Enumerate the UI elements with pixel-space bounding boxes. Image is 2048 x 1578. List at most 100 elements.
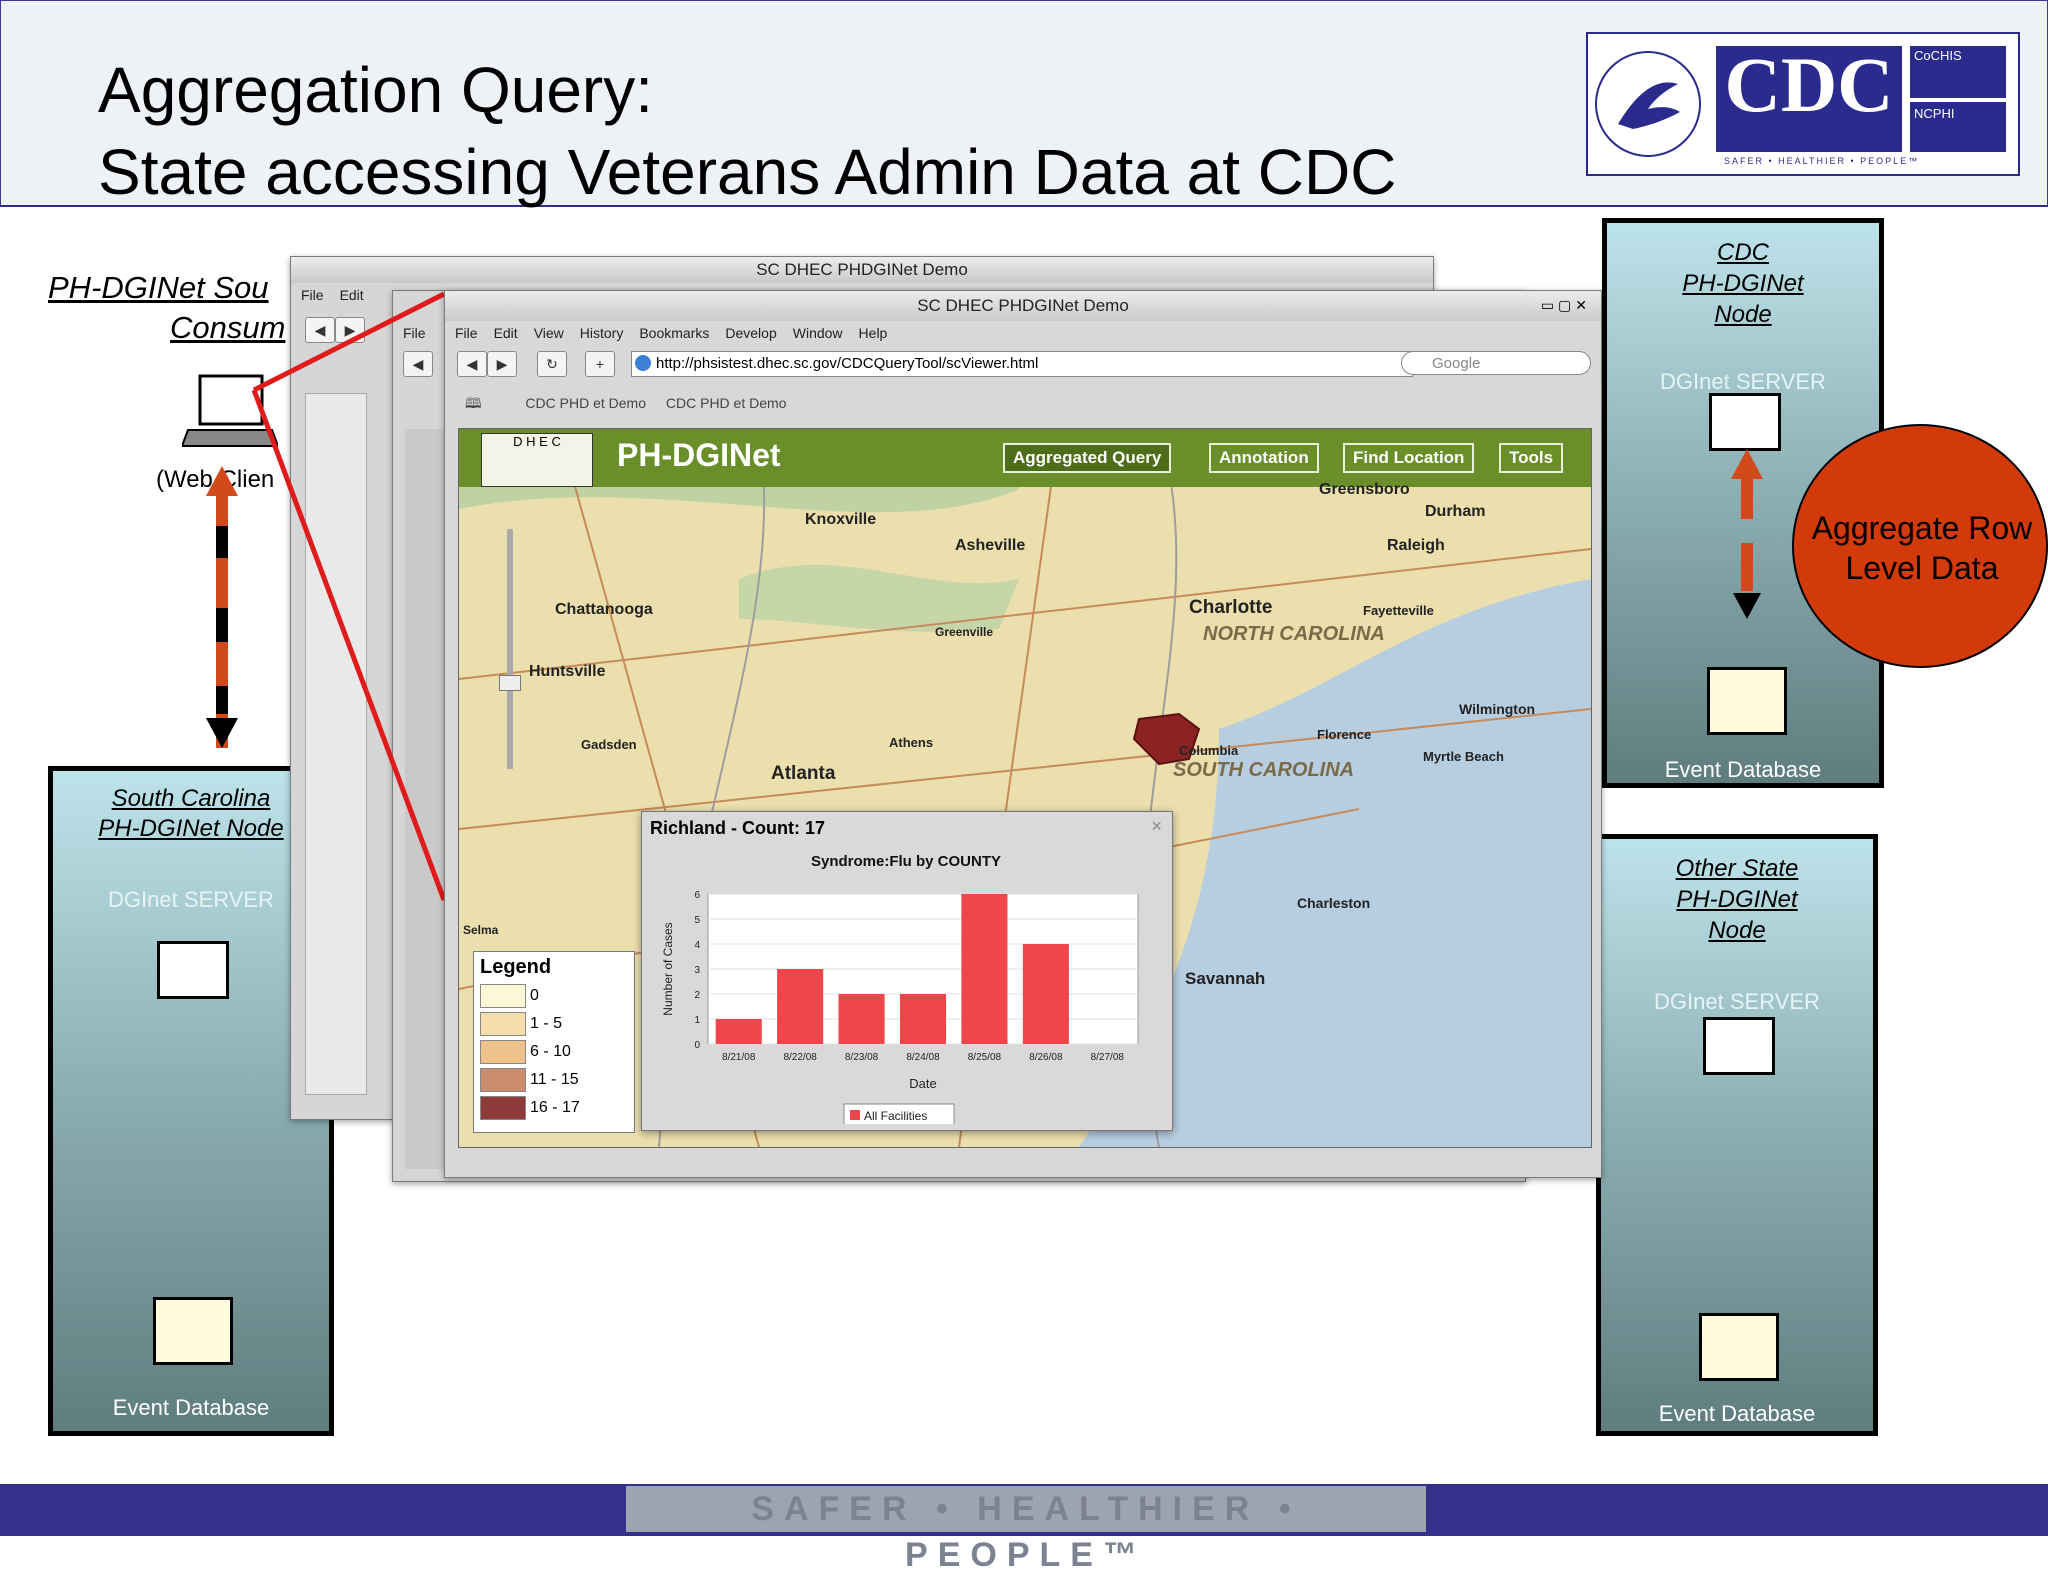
legend-item: 0 [480, 984, 539, 1008]
back-button[interactable]: ◀ [457, 351, 487, 377]
cdc-logo-text: CDC [1724, 41, 1894, 128]
app-name: PH-DGINet [617, 437, 781, 473]
menu-help[interactable]: Help [859, 325, 888, 341]
menu-bookmarks[interactable]: Bookmarks [639, 325, 709, 341]
legend-item: 11 - 15 [480, 1068, 579, 1092]
bookmark-item[interactable]: CDC PHD et Demo [525, 395, 646, 411]
map-label: Florence [1317, 727, 1372, 742]
y-tick-label: 0 [694, 1040, 700, 1051]
chart-bar [899, 994, 947, 1044]
map-viewport[interactable]: D H E C PH-DGINet Aggregated Query Annot… [458, 428, 1592, 1148]
app-header-bar: D H E C PH-DGINet Aggregated Query Annot… [459, 429, 1591, 487]
slide-title-line2: State accessing Veterans Admin Data at C… [98, 136, 1397, 208]
x-tick-label: 8/27/08 [1091, 1052, 1125, 1063]
cdc-database-icon [1707, 667, 1787, 735]
nav-annotation[interactable]: Annotation [1209, 443, 1319, 473]
map-label: Huntsville [529, 663, 606, 680]
nav-tools[interactable]: Tools [1499, 443, 1564, 473]
menu-file[interactable]: File [455, 325, 478, 341]
chart-bar [777, 969, 824, 1044]
map-label: NORTH CAROLINA [1203, 623, 1385, 645]
browser-back-title: SC DHEC PHDGINet Demo [291, 257, 1433, 283]
bookmark-item[interactable]: CDC PHD et Demo [666, 395, 787, 411]
zoom-connector-lines [251, 291, 447, 901]
map-label: Wilmington [1459, 701, 1536, 717]
x-tick-label: 8/22/08 [783, 1052, 817, 1063]
chart-bar [961, 894, 1008, 1044]
legend-item: 6 - 10 [480, 1040, 571, 1064]
map-label: Savannah [1185, 969, 1266, 988]
y-tick-label: 3 [694, 965, 700, 976]
map-label: Charleston [1297, 895, 1371, 911]
aggregate-line1: Aggregate Row [1811, 510, 2033, 546]
legend-swatch [480, 1040, 526, 1064]
other-server-icon [1703, 1017, 1775, 1075]
map-label: Greenville [935, 625, 994, 639]
map-label: SOUTH CAROLINA [1173, 759, 1355, 781]
map-label: Fayetteville [1363, 603, 1434, 618]
aggregate-bubble: Aggregate Row Level Data [1792, 424, 2048, 668]
popup-close-icon[interactable]: × [1151, 816, 1162, 837]
menu-develop[interactable]: Develop [725, 325, 776, 341]
nav-find-location[interactable]: Find Location [1343, 443, 1475, 473]
zoom-slider-handle[interactable] [499, 675, 521, 691]
chart-legend-label: All Facilities [864, 1109, 927, 1123]
legend-swatch [480, 1096, 526, 1120]
menu-history[interactable]: History [580, 325, 624, 341]
bookmarks-bar: 🕮 CDC PHD et Demo CDC PHD et Demo [465, 393, 802, 417]
legend-item: 16 - 17 [480, 1096, 580, 1120]
map-label: Selma [463, 923, 499, 937]
add-bookmark-button[interactable]: + [585, 351, 615, 377]
x-axis-label: Date [909, 1076, 936, 1091]
cdc-db-label: Event Database [1664, 757, 1822, 782]
y-tick-label: 1 [694, 1015, 700, 1026]
x-tick-label: 8/26/08 [1029, 1052, 1063, 1063]
menu-view[interactable]: View [534, 325, 564, 341]
other-node-title2: PH-DGINet [1676, 886, 1798, 913]
chart-bar [715, 1019, 762, 1044]
reload-button[interactable]: ↻ [537, 351, 567, 377]
cdc-logo: CDC CoCHIS NCPHI SAFER • HEALTHIER • PEO… [1586, 32, 2020, 176]
forward-button[interactable]: ▶ [487, 351, 517, 377]
map-label: Asheville [955, 537, 1026, 554]
y-axis-label: Number of Cases [661, 922, 675, 1015]
map-label: Myrtle Beach [1423, 749, 1504, 764]
client-connector-arrow [206, 466, 238, 748]
y-tick-label: 4 [694, 940, 700, 951]
menu-edit[interactable]: Edit [494, 325, 518, 341]
legend-swatch [480, 1012, 526, 1036]
window-controls[interactable]: ▭▢✕ [1541, 297, 1591, 314]
menu-window[interactable]: Window [793, 325, 843, 341]
cdc-server-label: DGInet SERVER [1660, 369, 1826, 394]
bookmark-book-icon: 🕮 [465, 395, 482, 411]
nav-aggregated-query[interactable]: Aggregated Query [1003, 443, 1172, 473]
map-label: Charlotte [1189, 597, 1273, 618]
client-title-line1: PH-DGINet Sou [48, 270, 269, 305]
footer-tagline: SAFER • HEALTHIER • PEOPLE™ [626, 1486, 1426, 1574]
cdc-logo-sub2: NCPHI [1914, 106, 1955, 121]
cdc-node-title3: Node [1714, 301, 1772, 328]
map-label: Greensboro [1319, 481, 1410, 498]
url-field[interactable]: http://phsistest.dhec.sc.gov/CDCQueryToo… [631, 351, 1413, 377]
aggregate-line2: Level Data [1845, 550, 1999, 586]
x-tick-label: 8/21/08 [722, 1052, 756, 1063]
popup-header: Richland - Count: 17 [650, 818, 825, 838]
cdc-logo-sub1: CoCHIS [1914, 48, 1962, 63]
zoom-slider-track[interactable] [507, 529, 513, 769]
other-node-panel: Other State PH-DGINet Node DGInet SERVER… [1596, 834, 1878, 1436]
other-database-icon [1699, 1313, 1779, 1381]
map-label: Atlanta [771, 763, 836, 784]
x-tick-label: 8/23/08 [845, 1052, 879, 1063]
search-input[interactable]: Google [1401, 351, 1591, 375]
y-tick-label: 2 [694, 990, 700, 1001]
other-db-label: Event Database [1658, 1401, 1816, 1426]
sc-db-label: Event Database [112, 1395, 270, 1420]
chart-title: Syndrome:Flu by COUNTY [811, 853, 1001, 870]
cdc-logo-tagline: SAFER • HEALTHIER • PEOPLE™ [1724, 156, 1920, 166]
cdc-aggregate-arrow [1731, 449, 1763, 619]
map-label: Chattanooga [555, 601, 653, 618]
legend-swatch [480, 1068, 526, 1092]
dhec-logo: D H E C [481, 433, 593, 487]
cdc-node-title1: CDC [1717, 239, 1769, 266]
flu-bar-chart: Syndrome:Flu by COUNTY 0 1 2 3 4 5 6 8/21/08 8/22… [661, 853, 1139, 1124]
